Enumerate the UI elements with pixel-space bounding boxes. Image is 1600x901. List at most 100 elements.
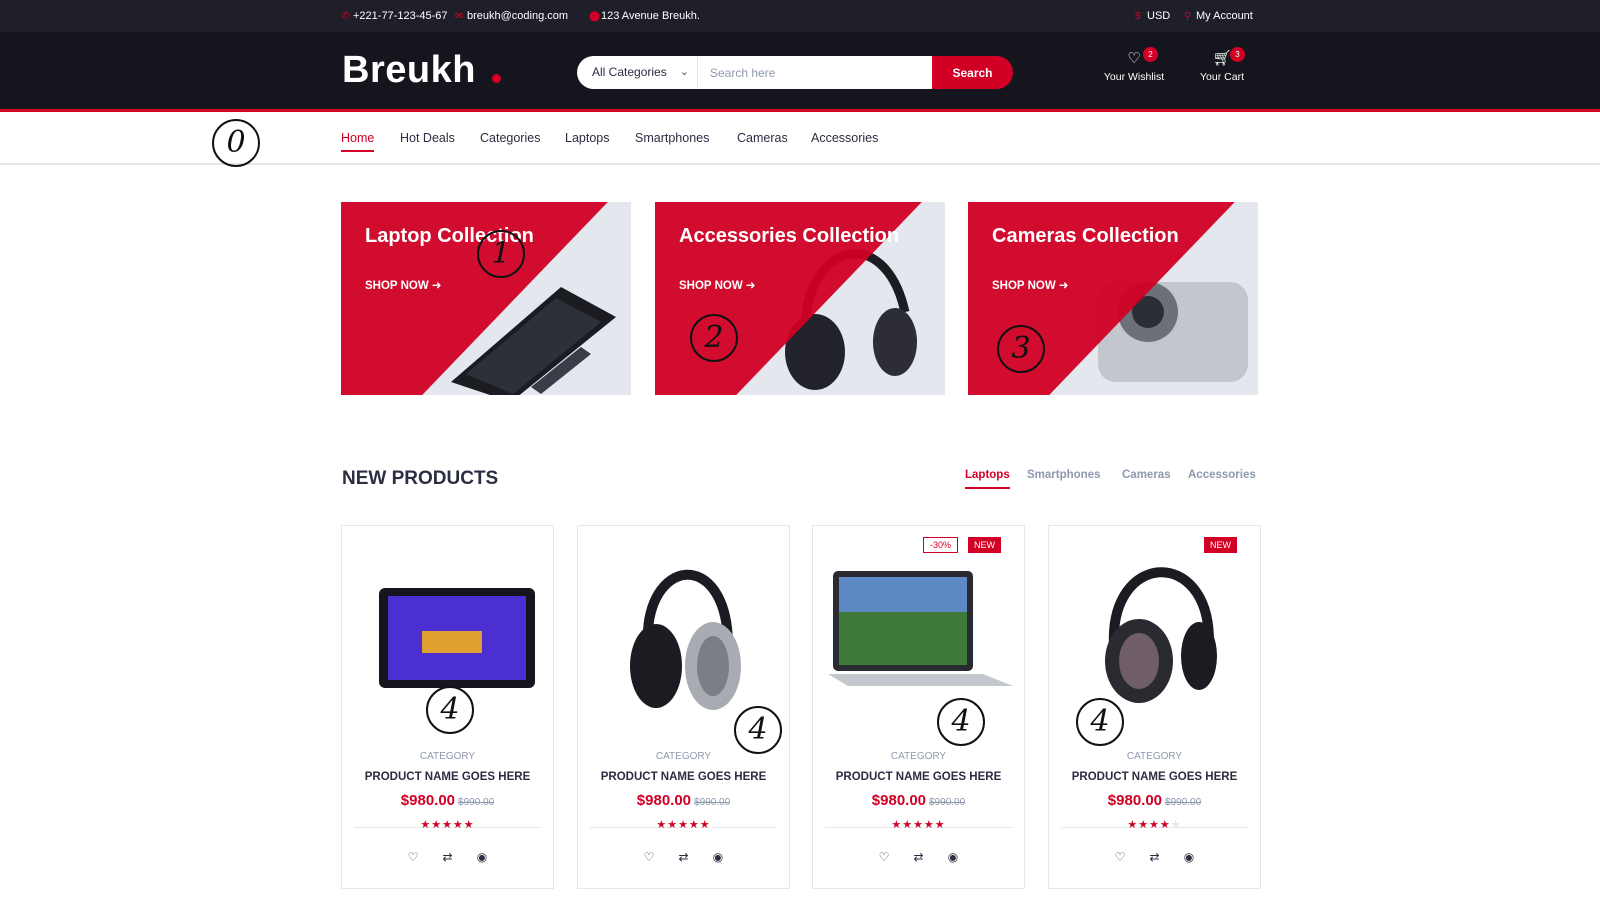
product-card[interactable]: 4 CATEGORY PRODUCT NAME GOES HERE $980.0… [577, 525, 790, 889]
search-button[interactable]: Search [932, 56, 1013, 89]
main-header: Breukh All Categories ⌄ Search ♡ 2 Your … [0, 32, 1600, 112]
product-name[interactable]: PRODUCT NAME GOES HERE [342, 771, 553, 783]
nav-hot-deals[interactable]: Hot Deals [400, 131, 455, 145]
tab-smartphones[interactable]: Smartphones [1027, 469, 1101, 481]
chevron-down-icon: ⌄ [679, 66, 689, 78]
annotation-mark: 1 [477, 230, 525, 278]
tab-laptops[interactable]: Laptops [965, 469, 1010, 489]
add-to-wishlist-icon[interactable]: ♡ [398, 850, 428, 864]
star-icon: ★★★★ [1127, 819, 1171, 831]
annotation-mark: 0 [212, 119, 260, 167]
product-category: CATEGORY [890, 751, 947, 762]
cameras-collection-banner[interactable]: Cameras Collection SHOP NOW ➜ 3 [968, 202, 1258, 395]
header-email[interactable]: ✉ breukh@coding.com [455, 0, 568, 32]
annotation-mark: 4 [734, 706, 782, 754]
product-name[interactable]: PRODUCT NAME GOES HERE [813, 771, 1024, 783]
collection-title: Accessories Collection [679, 225, 900, 247]
compare-icon[interactable]: ⇄ [904, 850, 934, 864]
annotation-mark: 2 [690, 314, 738, 362]
accessories-collection-banner[interactable]: Accessories Collection SHOP NOW ➜ 2 [655, 202, 945, 395]
cart-button[interactable]: 🛒︎ 3 Your Cart [1182, 47, 1262, 83]
shop-now-link[interactable]: SHOP NOW ➜ [365, 278, 442, 292]
envelope-icon: ✉ [455, 11, 464, 22]
dollar-icon: $ [1135, 11, 1141, 22]
cart-count-badge: 3 [1230, 47, 1245, 62]
top-info-bar: ✆ +221-77-123-45-67 ✉ breukh@coding.com ⬤1… [0, 0, 1600, 32]
compare-icon[interactable]: ⇄ [433, 850, 463, 864]
product-image [630, 569, 741, 710]
product-rating: ★★★★★ [578, 818, 789, 831]
site-logo[interactable]: Breukh [342, 49, 476, 92]
my-account-link[interactable]: ⚲ My Account [1184, 0, 1253, 32]
email-text: breukh@coding.com [467, 10, 569, 22]
cart-label: Your Cart [1200, 71, 1244, 83]
phone-icon: ✆ [341, 11, 350, 22]
laptop-collection-banner[interactable]: Laptop Collection SHOP NOW ➜ 1 [341, 202, 631, 395]
search-form: All Categories ⌄ Search [577, 56, 1013, 89]
old-price: $990.00 [458, 797, 495, 808]
product-price: $980.00 $990.00 [342, 792, 553, 810]
nav-accessories[interactable]: Accessories [811, 131, 878, 145]
nav-smartphones[interactable]: Smartphones [635, 131, 709, 145]
product-category: CATEGORY [655, 751, 712, 762]
current-price: $980.00 [636, 792, 692, 809]
shop-now-link[interactable]: SHOP NOW ➜ [992, 278, 1069, 292]
product-name[interactable]: PRODUCT NAME GOES HERE [578, 771, 789, 783]
old-price: $990.00 [694, 797, 731, 808]
shop-now-link[interactable]: SHOP NOW ➜ [679, 278, 756, 292]
product-card[interactable]: NEW 4 CATEGORY PRODUCT NAME GOES HERE $9… [1048, 525, 1261, 889]
star-empty-icon: ★ [1170, 819, 1182, 831]
search-input[interactable] [698, 56, 934, 89]
product-price: $980.00 $990.00 [1049, 792, 1260, 810]
logo-dot [492, 74, 501, 83]
product-rating: ★★★★★ [1049, 818, 1260, 831]
product-price: $980.00 $990.00 [578, 792, 789, 810]
tab-cameras[interactable]: Cameras [1122, 469, 1171, 481]
tab-accessories[interactable]: Accessories [1188, 469, 1256, 481]
user-icon: ⚲ [1184, 11, 1192, 22]
wishlist-count-badge: 2 [1143, 47, 1158, 62]
heart-icon: ♡ [1127, 50, 1141, 67]
star-icon: ★★★★★ [891, 819, 946, 831]
shop-now-text: SHOP NOW [679, 280, 743, 292]
product-card[interactable]: 4 CATEGORY PRODUCT NAME GOES HERE $980.0… [341, 525, 554, 889]
category-select[interactable]: All Categories ⌄ [577, 56, 698, 89]
product-name[interactable]: PRODUCT NAME GOES HERE [1049, 771, 1260, 783]
annotation-mark: 4 [426, 686, 474, 734]
account-text: My Account [1196, 10, 1253, 22]
quick-view-icon[interactable]: ◉ [1174, 850, 1204, 864]
shopping-cart-icon: 🛒︎ [1212, 50, 1232, 67]
currency-link[interactable]: $ USD [1135, 0, 1170, 32]
collection-title: Cameras Collection [992, 225, 1179, 247]
product-image [1105, 567, 1217, 703]
map-marker-icon: ⬤ [589, 11, 601, 22]
quick-view-icon[interactable]: ◉ [703, 850, 733, 864]
nav-cameras[interactable]: Cameras [737, 131, 788, 145]
shop-now-text: SHOP NOW [992, 280, 1056, 292]
nav-laptops[interactable]: Laptops [565, 131, 609, 145]
annotation-mark: 4 [1076, 698, 1124, 746]
arrow-circle-right-icon: ➜ [431, 280, 442, 292]
wishlist-button[interactable]: ♡ 2 Your Wishlist [1094, 47, 1174, 83]
product-image [828, 571, 1013, 686]
annotation-mark: 4 [937, 698, 985, 746]
compare-icon[interactable]: ⇄ [669, 850, 699, 864]
compare-icon[interactable]: ⇄ [1140, 850, 1170, 864]
current-price: $980.00 [400, 792, 456, 809]
header-phone[interactable]: ✆ +221-77-123-45-67 [341, 0, 448, 32]
add-to-wishlist-icon[interactable]: ♡ [634, 850, 664, 864]
current-price: $980.00 [1107, 792, 1163, 809]
quick-view-icon[interactable]: ◉ [938, 850, 968, 864]
nav-home[interactable]: Home [341, 131, 375, 152]
product-card[interactable]: -30% NEW 4 CATEGORY PRODUCT NAME GOES HE… [812, 525, 1025, 889]
add-to-wishlist-icon[interactable]: ♡ [1105, 850, 1135, 864]
address-text: 123 Avenue Breukh. [601, 10, 700, 22]
add-to-wishlist-icon[interactable]: ♡ [869, 850, 899, 864]
arrow-circle-right-icon: ➜ [1058, 280, 1069, 292]
nav-categories[interactable]: Categories [480, 131, 540, 145]
quick-view-icon[interactable]: ◉ [467, 850, 497, 864]
product-actions: ♡ ⇄ ◉ [813, 848, 1024, 866]
header-address[interactable]: ⬤123 Avenue Breukh. [589, 0, 700, 32]
annotation-mark: 3 [997, 325, 1045, 373]
product-category: CATEGORY [419, 751, 476, 762]
